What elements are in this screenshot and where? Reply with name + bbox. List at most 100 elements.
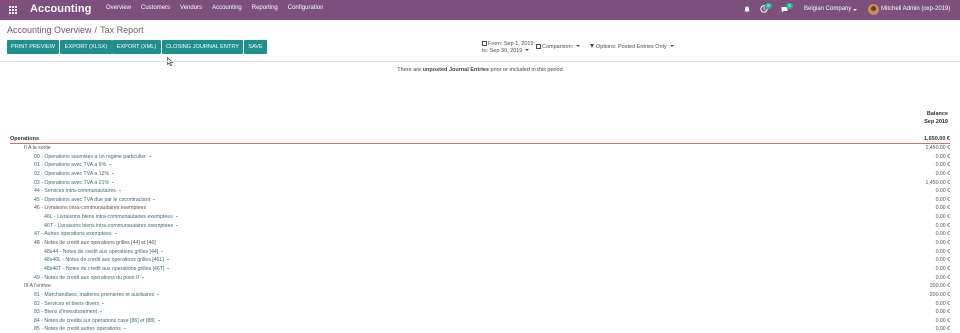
menu-vendors[interactable]: Vendors [180, 5, 202, 11]
closing-journal-entry-button[interactable]: CLOSING JOURNAL ENTRY [162, 40, 243, 54]
table-row[interactable]: 44 - Services intra-communautaires 0.00 € [10, 187, 950, 196]
caret-down-icon[interactable] [112, 181, 115, 183]
line-label[interactable]: 83 - Biens d'investissement [34, 308, 102, 317]
line-amount: 0.00 € [935, 248, 950, 255]
caret-down-icon[interactable] [153, 198, 156, 200]
avatar[interactable] [868, 4, 879, 15]
save-button[interactable]: SAVE [244, 40, 267, 54]
caret-down-icon[interactable] [148, 155, 151, 157]
line-label[interactable]: 48s46T - Notes de credit aux operations … [44, 265, 170, 274]
table-row[interactable]: 03 - Operations avec TVA a 21% 1,450.00 € [10, 179, 950, 188]
calendar-icon [482, 41, 487, 46]
company-switcher[interactable]: Belgian Company [804, 6, 851, 12]
caret-down-icon[interactable] [99, 311, 102, 313]
options-label: Options: Posted Entries Only [596, 44, 667, 50]
line-label[interactable]: 45 - Operations avec TVA due par le coco… [34, 196, 156, 205]
chevron-down-icon [525, 49, 530, 51]
line-label[interactable]: 48s44 - Notes de credit aux operations g… [44, 248, 164, 257]
line-amount: 0.00 € [935, 240, 950, 247]
table-row[interactable]: 01 - Operations avec TVA a 6% 0.00 € [10, 161, 950, 170]
caret-down-icon[interactable] [176, 224, 179, 226]
balance-column-header: Balance [926, 111, 948, 117]
chevron-down-icon [853, 9, 857, 11]
table-row[interactable]: 47 - Autres operations exemptees 0.00 € [10, 230, 950, 239]
line-label[interactable]: 01 - Operations avec TVA a 6% [34, 161, 112, 170]
table-row[interactable]: 85 - Notes de credit autres operations 0.… [10, 325, 950, 333]
menu-configuration[interactable]: Configuration [288, 5, 324, 11]
line-label[interactable]: 46T - Livraisons biens intra-communautai… [44, 222, 179, 231]
caret-down-icon[interactable] [109, 164, 112, 166]
caret-down-icon[interactable] [102, 302, 105, 304]
line-amount: 0.00 € [935, 300, 950, 307]
caret-down-icon[interactable] [161, 250, 164, 252]
export-xml-button[interactable]: EXPORT (XML) [112, 40, 161, 54]
caret-down-icon[interactable] [123, 328, 126, 330]
line-label[interactable]: 44 - Services intra-communautaires [34, 187, 121, 196]
line-amount: 0.00 € [935, 317, 950, 324]
caret-down-icon[interactable] [114, 233, 117, 235]
line-label[interactable]: 48s46L - Notes de credit aux operations … [44, 256, 169, 265]
caret-down-icon[interactable] [175, 216, 178, 218]
line-amount: 0.00 € [935, 170, 950, 177]
caret-down-icon[interactable] [167, 267, 170, 269]
line-label[interactable]: 02 - Operations avec TVA a 12% [34, 170, 115, 179]
table-row[interactable]: 00 - Operations soumises a un regime par… [10, 153, 950, 162]
apps-menu-icon[interactable] [9, 6, 17, 14]
export-xlsx-button[interactable]: EXPORT (XLSX) [60, 40, 112, 54]
line-amount: 0.00 € [935, 326, 950, 333]
comparison-filter[interactable]: Comparison: [536, 44, 581, 50]
table-row[interactable]: 81 - Marchandises, matieres premieres et… [10, 291, 950, 300]
user-menu[interactable]: Mitchell Admin (oxp-2019) [881, 6, 950, 12]
breadcrumb-accounting-overview[interactable]: Accounting Overview [7, 25, 92, 35]
line-label[interactable]: 46L - Livraisons biens intra-communautai… [44, 213, 178, 222]
table-row[interactable]: 48s46L - Notes de credit aux operations … [10, 256, 950, 265]
line-amount: 0.00 € [935, 162, 950, 169]
table-row[interactable]: 46T - Livraisons biens intra-communautai… [10, 222, 950, 231]
line-amount: 0.00 € [935, 214, 950, 221]
print-preview-button[interactable]: PRINT PREVIEW [7, 40, 59, 54]
line-label[interactable]: 47 - Autres operations exemptees [34, 230, 117, 239]
table-row[interactable]: 48s46T - Notes de credit aux operations … [10, 265, 950, 274]
chevron-down-icon [669, 45, 674, 47]
table-row[interactable]: 83 - Biens d'investissement 0.00 € [10, 308, 950, 317]
table-row[interactable]: 45 - Operations avec TVA due par le coco… [10, 196, 950, 205]
bell-icon[interactable] [744, 6, 750, 13]
top-navbar: Accounting Overview Customers Vendors Ac… [0, 0, 960, 20]
line-label[interactable]: 49 - Notes de credit aux operations du p… [34, 274, 144, 283]
table-row[interactable]: 84 - Notes de credits sur operations cas… [10, 317, 950, 326]
line-label: III A l'entree [24, 283, 51, 290]
line-label[interactable]: 82 - Services et biens divers [34, 300, 105, 309]
line-label[interactable]: 84 - Notes de credits sur operations cas… [34, 317, 160, 326]
table-row[interactable]: 02 - Operations avec TVA a 12% 0.00 € [10, 170, 950, 179]
caret-down-icon[interactable] [157, 293, 160, 295]
menu-customers[interactable]: Customers [141, 5, 170, 11]
table-row[interactable]: 82 - Services et biens divers 0.00 € [10, 300, 950, 309]
line-amount: 0.00 € [935, 196, 950, 203]
line-label[interactable]: 81 - Marchandises, matieres premieres et… [34, 291, 160, 300]
line-amount: 0.00 € [935, 188, 950, 195]
line-amount: 1,450.00 € [925, 145, 950, 151]
line-label[interactable]: 00 - Operations soumises a un regime par… [34, 153, 151, 162]
menu-overview[interactable]: Overview [106, 5, 131, 11]
chevron-down-icon [576, 45, 581, 47]
date-filter-to[interactable]: to: Sep 30, 2019 [482, 48, 530, 54]
line-amount: 1,450.00 € [925, 179, 950, 186]
unposted-entries-link[interactable]: unposted Journal Entries [423, 67, 489, 73]
line-label: II A la sortie [24, 145, 51, 151]
options-filter[interactable]: Options: Posted Entries Only [590, 44, 674, 50]
table-row[interactable]: 46L - Livraisons biens intra-communautai… [10, 213, 950, 222]
table-row[interactable]: 48s44 - Notes de credit aux operations g… [10, 248, 950, 257]
line-label[interactable]: 85 - Notes de credit autres operations [34, 325, 126, 333]
caret-down-icon[interactable] [141, 276, 144, 278]
menu-accounting[interactable]: Accounting [212, 5, 242, 11]
caret-down-icon[interactable] [166, 259, 169, 261]
table-row[interactable]: 49 - Notes de credit aux operations du p… [10, 274, 950, 283]
caret-down-icon[interactable] [118, 190, 121, 192]
menu-reporting[interactable]: Reporting [252, 5, 278, 11]
caret-down-icon[interactable] [112, 172, 115, 174]
date-filter-from[interactable]: From: Sep 1, 2019 [482, 41, 534, 47]
date-to-label: to: Sep 30, 2019 [482, 48, 523, 54]
line-label[interactable]: 03 - Operations avec TVA a 21% [34, 179, 115, 188]
caret-down-icon[interactable] [157, 319, 160, 321]
activity-count-badge: 5 [765, 3, 772, 9]
